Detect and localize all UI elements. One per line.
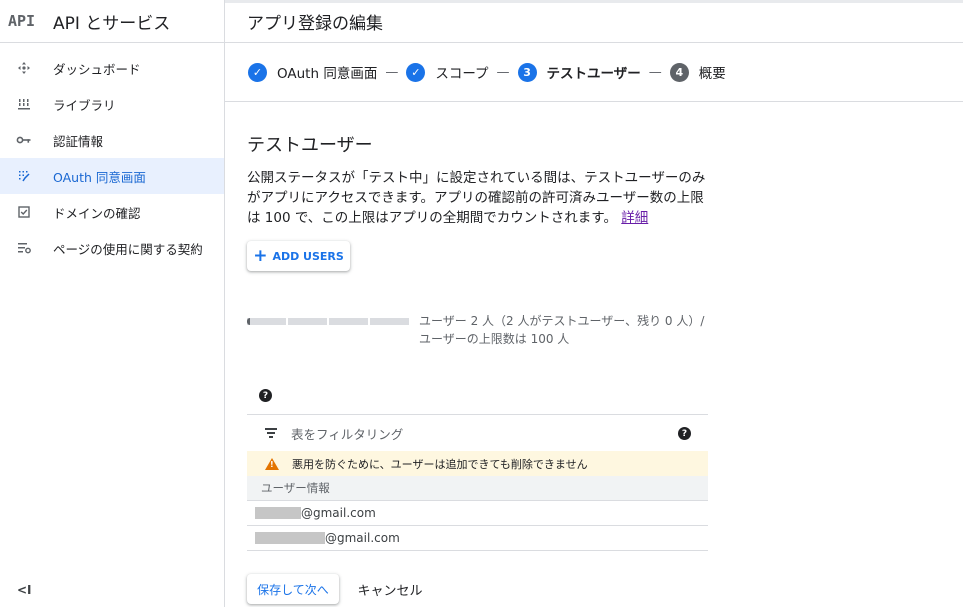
stepper: ✓ OAuth 同意画面 — ✓ スコープ — 3 テストユーザー — 4 概要 bbox=[225, 43, 963, 102]
sidebar-header: API API とサービス bbox=[0, 0, 224, 43]
test-users-table: 表をフィルタリング ? 悪用を防ぐために、ユーザーは追加できても削除できません … bbox=[247, 414, 708, 551]
step-label: テストユーザー bbox=[546, 66, 641, 82]
sidebar: API API とサービス ダッシュボード ライブラリ 認証情報 OAuth 同… bbox=[0, 0, 225, 607]
step-number: 3 bbox=[517, 62, 537, 82]
key-icon bbox=[16, 132, 32, 148]
step-separator: — bbox=[496, 64, 510, 80]
step-label: スコープ bbox=[435, 66, 489, 82]
consent-icon bbox=[16, 168, 32, 184]
step-test-users[interactable]: 3 テストユーザー bbox=[517, 62, 641, 82]
page-title: アプリ登録の編集 bbox=[247, 13, 383, 34]
check-icon: ✓ bbox=[406, 62, 426, 82]
quota-bar-segment bbox=[329, 318, 368, 325]
sidebar-title: API とサービス bbox=[53, 13, 171, 34]
dashboard-icon bbox=[16, 60, 32, 76]
quota-bar-segment bbox=[288, 318, 327, 325]
description: 公開ステータスが「テスト中」に設定されている間は、テストユーザーのみがアプリにア… bbox=[247, 168, 717, 228]
warning-icon bbox=[265, 457, 279, 470]
quota-bar-segment bbox=[247, 318, 286, 325]
learn-more-link[interactable]: 詳細 bbox=[621, 210, 648, 226]
redacted-text bbox=[255, 532, 325, 544]
section-title: テストユーザー bbox=[247, 135, 373, 156]
sidebar-item-label: ページの使用に関する契約 bbox=[53, 241, 203, 257]
sidebar-item-dashboard[interactable]: ダッシュボード bbox=[0, 50, 224, 86]
step-separator: — bbox=[385, 64, 399, 80]
quota-bar-segment bbox=[370, 318, 409, 325]
sidebar-item-label: ダッシュボード bbox=[53, 61, 141, 77]
table-row: @gmail.com bbox=[247, 501, 708, 526]
email-suffix: @gmail.com bbox=[301, 506, 376, 520]
settings-list-icon bbox=[16, 240, 32, 256]
help-glyph: ? bbox=[678, 427, 691, 440]
sidebar-item-label: ドメインの確認 bbox=[53, 205, 141, 221]
sidebar-nav: ダッシュボード ライブラリ 認証情報 OAuth 同意画面 ドメインの確認 ペー… bbox=[0, 43, 224, 266]
checkbox-icon bbox=[16, 204, 32, 220]
filter-input-placeholder: 表をフィルタリング bbox=[291, 426, 404, 442]
library-icon bbox=[16, 96, 32, 112]
redacted-text bbox=[255, 507, 301, 519]
column-header-user-info[interactable]: ユーザー情報 bbox=[247, 476, 708, 501]
step-label: OAuth 同意画面 bbox=[277, 66, 378, 82]
sidebar-item-label: 認証情報 bbox=[53, 133, 104, 149]
api-logo: API bbox=[8, 12, 36, 30]
help-icon[interactable]: ? bbox=[259, 389, 272, 402]
step-separator: — bbox=[648, 64, 662, 80]
table-filter[interactable]: 表をフィルタリング ? bbox=[247, 414, 708, 451]
plus-icon: + bbox=[253, 245, 268, 266]
step-label: 概要 bbox=[698, 66, 726, 82]
warning-banner: 悪用を防ぐために、ユーザーは追加できても削除できません bbox=[247, 451, 708, 476]
step-number: 4 bbox=[669, 62, 689, 82]
user-quota-text: ユーザー 2 人（2 人がテストユーザー、残り 0 人）/ ユーザーの上限数は … bbox=[419, 314, 705, 346]
help-icon[interactable]: ? bbox=[678, 427, 691, 440]
sidebar-item-label: OAuth 同意画面 bbox=[53, 169, 146, 185]
sidebar-item-domain-verification[interactable]: ドメインの確認 bbox=[0, 194, 224, 230]
add-users-button[interactable]: + ADD USERS bbox=[247, 241, 350, 271]
main-content: アプリ登録の編集 ✓ OAuth 同意画面 — ✓ スコープ — 3 テストユー… bbox=[225, 0, 963, 607]
user-quota-bar bbox=[247, 318, 409, 325]
cancel-button[interactable]: キャンセル bbox=[350, 574, 430, 604]
email-suffix: @gmail.com bbox=[325, 531, 400, 545]
sidebar-item-credentials[interactable]: 認証情報 bbox=[0, 122, 224, 158]
sidebar-item-library[interactable]: ライブラリ bbox=[0, 86, 224, 122]
add-users-label: ADD USERS bbox=[272, 249, 344, 263]
save-and-continue-button[interactable]: 保存して次へ bbox=[247, 574, 339, 604]
warning-text: 悪用を防ぐために、ユーザーは追加できても削除できません bbox=[292, 457, 588, 471]
sidebar-item-label: ライブラリ bbox=[53, 97, 116, 113]
step-scopes[interactable]: ✓ スコープ bbox=[406, 62, 489, 82]
help-glyph: ? bbox=[259, 389, 272, 402]
check-icon: ✓ bbox=[248, 62, 267, 82]
sidebar-item-oauth-consent[interactable]: OAuth 同意画面 bbox=[0, 158, 224, 194]
table-row: @gmail.com bbox=[247, 526, 708, 551]
step-summary[interactable]: 4 概要 bbox=[669, 62, 726, 82]
step-oauth-consent[interactable]: ✓ OAuth 同意画面 bbox=[248, 62, 377, 82]
collapse-sidebar-icon[interactable]: <I bbox=[17, 583, 32, 597]
page-header: アプリ登録の編集 bbox=[225, 0, 963, 43]
filter-icon bbox=[265, 428, 277, 438]
sidebar-item-page-usage-agreements[interactable]: ページの使用に関する契約 bbox=[0, 230, 224, 266]
